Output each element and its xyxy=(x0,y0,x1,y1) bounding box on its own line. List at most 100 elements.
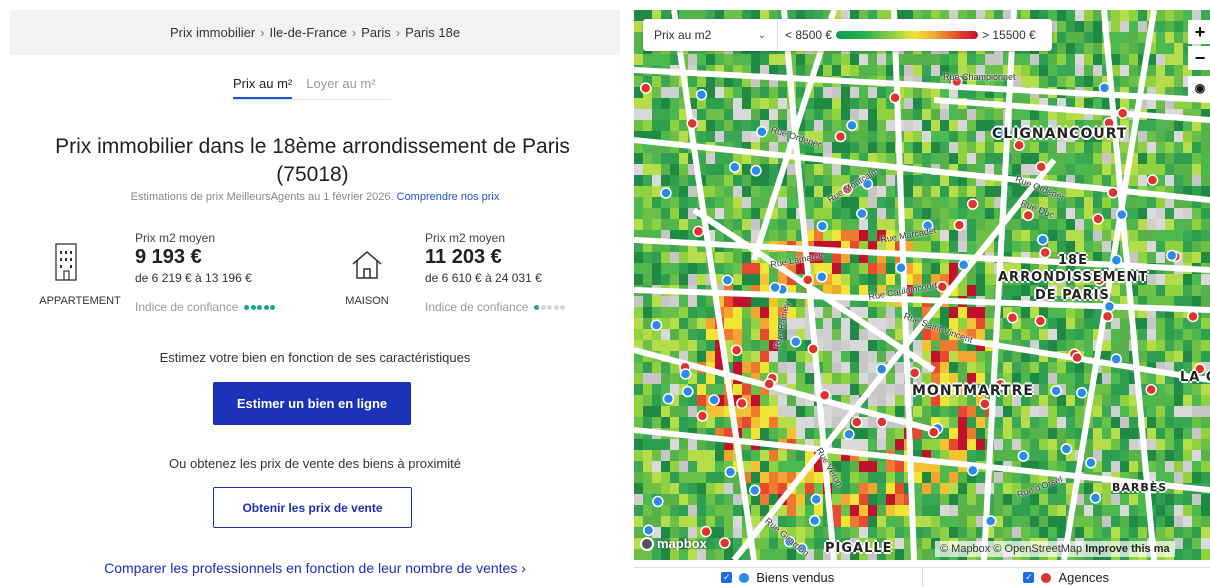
agency-marker[interactable] xyxy=(730,344,743,356)
sold-marker[interactable] xyxy=(642,524,655,537)
globe-icon[interactable]: ◉ xyxy=(1188,76,1210,100)
sold-marker[interactable] xyxy=(816,220,829,232)
sold-marker[interactable] xyxy=(750,164,762,177)
tab-prix[interactable]: Prix au m² xyxy=(233,76,293,99)
sold-marker[interactable] xyxy=(660,187,672,199)
agency-marker[interactable] xyxy=(1146,174,1159,186)
sold-marker[interactable] xyxy=(662,393,675,405)
sold-marker[interactable] xyxy=(808,514,821,527)
agency-marker[interactable] xyxy=(908,367,921,379)
agency-marker[interactable] xyxy=(736,397,748,410)
agency-marker[interactable] xyxy=(834,130,847,143)
map-parcel xyxy=(994,164,1003,175)
sold-marker[interactable] xyxy=(1085,457,1097,469)
sold-marker[interactable] xyxy=(790,335,802,348)
agency-marker[interactable] xyxy=(936,280,948,293)
sold-marker[interactable] xyxy=(1165,249,1178,262)
sold-marker[interactable] xyxy=(682,385,694,398)
agency-marker[interactable] xyxy=(1039,246,1051,259)
sold-marker[interactable] xyxy=(756,125,768,138)
sold-marker[interactable] xyxy=(1076,386,1088,399)
attribution-text[interactable]: © Mapbox © OpenStreetMap xyxy=(940,543,1082,555)
agency-marker[interactable] xyxy=(1101,310,1114,323)
breadcrumb-item[interactable]: Ile-de-France xyxy=(270,25,347,40)
agency-marker[interactable] xyxy=(979,398,991,410)
appartement-label: APPARTEMENT xyxy=(39,295,121,307)
agency-marker[interactable] xyxy=(692,225,705,238)
agency-marker[interactable] xyxy=(1187,310,1199,323)
agency-marker[interactable] xyxy=(818,389,831,401)
zoom-out-button[interactable]: − xyxy=(1188,46,1210,70)
improve-map-link[interactable]: Improve this ma xyxy=(1085,543,1169,555)
sold-marker[interactable] xyxy=(875,363,888,375)
sold-marker[interactable] xyxy=(1060,443,1073,455)
agency-marker[interactable] xyxy=(876,416,888,428)
legend-biens-vendus[interactable]: ✓ Biens vendus xyxy=(634,568,923,587)
map-parcel xyxy=(823,120,832,131)
sold-marker[interactable] xyxy=(846,119,858,132)
sold-marker[interactable] xyxy=(1098,82,1111,94)
agency-marker[interactable] xyxy=(718,537,731,549)
comprendre-link[interactable]: Comprendre nos prix xyxy=(397,191,500,203)
sold-marker[interactable] xyxy=(769,281,781,294)
sold-marker[interactable] xyxy=(708,394,720,406)
legend-agences[interactable]: ✓ Agences xyxy=(923,568,1210,587)
agency-marker[interactable] xyxy=(801,274,814,286)
agency-marker[interactable] xyxy=(763,378,775,390)
agency-marker[interactable] xyxy=(1092,213,1104,225)
agency-marker[interactable] xyxy=(1035,161,1047,173)
agency-marker[interactable] xyxy=(851,416,863,428)
sold-marker[interactable] xyxy=(1050,385,1062,397)
tab-loyer[interactable]: Loyer au m² xyxy=(306,76,375,99)
sold-marker[interactable] xyxy=(679,368,692,380)
sold-marker[interactable] xyxy=(1017,450,1030,462)
sold-marker[interactable] xyxy=(1103,300,1116,313)
estimate-button[interactable]: Estimer un bien en ligne xyxy=(213,382,411,425)
breadcrumb-item[interactable]: Paris xyxy=(361,25,391,40)
sold-marker[interactable] xyxy=(1036,233,1049,246)
map-type-select[interactable]: Prix au m2 ⌄ xyxy=(643,19,778,51)
agency-marker[interactable] xyxy=(953,219,966,231)
compare-professionals-link[interactable]: Comparer les professionnels en fonction … xyxy=(10,560,620,576)
agency-marker[interactable] xyxy=(1145,383,1157,396)
agency-marker[interactable] xyxy=(696,410,709,422)
sold-marker[interactable] xyxy=(721,274,734,286)
sold-marker[interactable] xyxy=(895,261,907,274)
agency-marker[interactable] xyxy=(966,198,979,210)
agency-marker[interactable] xyxy=(927,426,940,439)
sold-marker[interactable] xyxy=(810,493,823,506)
map-parcel xyxy=(994,450,1003,461)
agency-marker[interactable] xyxy=(1071,351,1083,364)
sold-marker[interactable] xyxy=(652,495,664,508)
sold-marker[interactable] xyxy=(1110,353,1122,365)
agency-marker[interactable] xyxy=(1107,186,1119,199)
checkbox-icon[interactable]: ✓ xyxy=(1023,572,1035,583)
sold-marker[interactable] xyxy=(816,271,828,283)
sold-marker[interactable] xyxy=(1116,208,1128,221)
sold-marker[interactable] xyxy=(1110,254,1123,267)
sold-marker[interactable] xyxy=(1089,492,1102,504)
sales-prices-button[interactable]: Obtenir les prix de vente xyxy=(213,487,412,528)
breadcrumb-item[interactable]: Paris 18e xyxy=(405,25,460,40)
sold-marker[interactable] xyxy=(843,428,855,441)
agency-marker[interactable] xyxy=(807,343,819,355)
agency-marker[interactable] xyxy=(1006,311,1019,324)
agency-marker[interactable] xyxy=(1116,107,1129,119)
zoom-in-button[interactable]: + xyxy=(1188,20,1210,44)
breadcrumb-item[interactable]: Prix immobilier xyxy=(170,25,255,40)
agency-marker[interactable] xyxy=(1034,315,1047,327)
sold-marker[interactable] xyxy=(728,161,741,173)
agency-marker[interactable] xyxy=(889,92,901,104)
sold-marker[interactable] xyxy=(984,515,997,527)
sold-marker[interactable] xyxy=(748,484,761,497)
map-parcel xyxy=(679,417,688,428)
sold-marker[interactable] xyxy=(724,466,737,478)
sold-marker[interactable] xyxy=(967,464,979,477)
sold-marker[interactable] xyxy=(695,88,708,101)
checkbox-icon[interactable]: ✓ xyxy=(721,572,733,583)
agency-marker[interactable] xyxy=(639,82,652,94)
sold-marker[interactable] xyxy=(650,319,663,331)
sold-marker[interactable] xyxy=(856,207,868,220)
agency-marker[interactable] xyxy=(686,117,698,130)
sold-marker[interactable] xyxy=(957,259,970,271)
